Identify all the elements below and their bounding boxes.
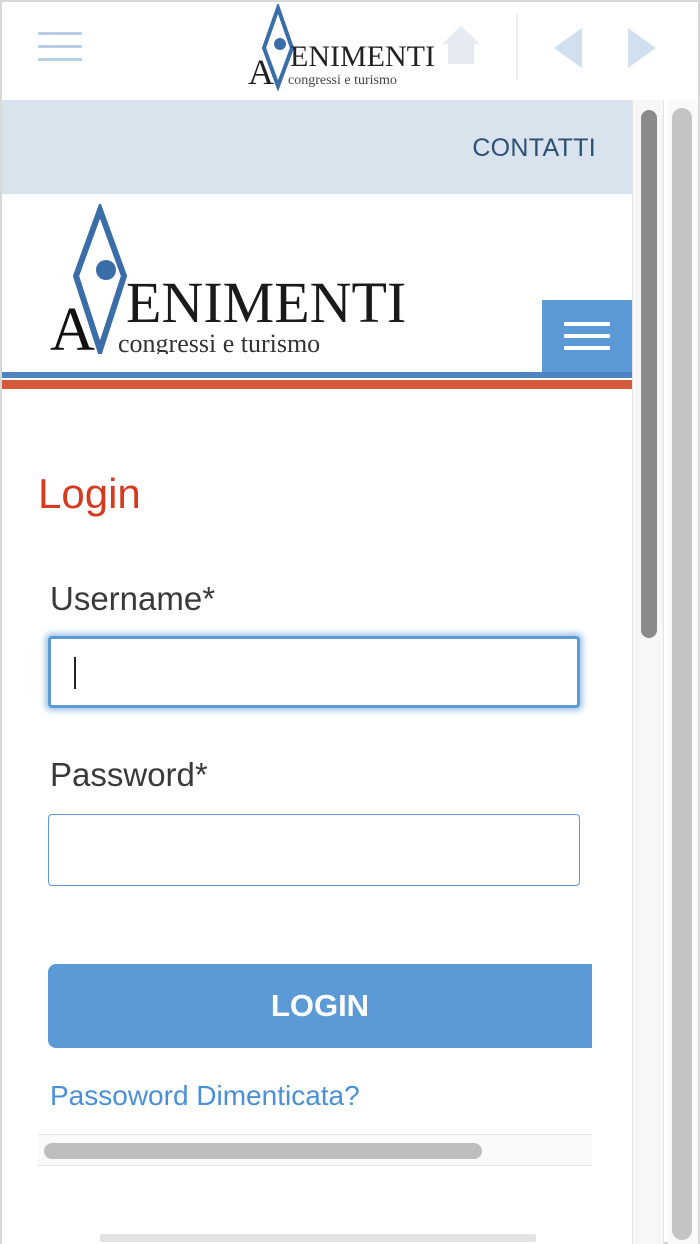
- header-stripe-blue: [2, 372, 632, 378]
- svg-text:A: A: [248, 52, 274, 92]
- toolbar-divider: [516, 14, 518, 80]
- text-caret: [74, 657, 76, 689]
- horizontal-scrollbar-thumb[interactable]: [44, 1143, 482, 1159]
- header-stripe-red: [2, 380, 632, 389]
- home-icon[interactable]: [438, 22, 484, 68]
- web-content: CONTATTI A ENIMENTI congressi e turismo …: [2, 100, 632, 1244]
- content-scrollbar-thumb[interactable]: [641, 110, 657, 638]
- nav-toggle-button[interactable]: [542, 300, 632, 372]
- back-arrow-icon[interactable]: [552, 26, 586, 70]
- window-vertical-scrollbar[interactable]: [668, 100, 698, 1244]
- password-input[interactable]: [48, 814, 580, 886]
- toolbar-logo-graphic: A ENIMENTI congressi e turismo: [248, 1, 435, 92]
- site-logo[interactable]: A ENIMENTI congressi e turismo: [48, 201, 438, 364]
- contact-bar: CONTATTI: [2, 100, 632, 194]
- forgot-password-link[interactable]: Passoword Dimenticata?: [50, 1080, 360, 1112]
- password-label: Password*: [50, 756, 208, 793]
- bottom-divider: [100, 1234, 536, 1242]
- username-label: Username*: [50, 580, 216, 617]
- contact-link[interactable]: CONTATTI: [472, 134, 596, 163]
- forward-arrow-icon[interactable]: [624, 26, 658, 70]
- hamburger-menu-icon[interactable]: [38, 32, 82, 66]
- toolbar-logo-tagline: congressi e turismo: [288, 73, 397, 88]
- site-logo-tagline: congressi e turismo: [118, 329, 320, 354]
- site-logo-wordmark: ENIMENTI: [126, 270, 406, 335]
- toolbar-logo-wordmark: ENIMENTI: [290, 40, 435, 73]
- app-toolbar: A ENIMENTI congressi e turismo: [2, 1, 698, 100]
- svg-text:A: A: [50, 296, 95, 354]
- toolbar-logo: A ENIMENTI congressi e turismo: [246, 1, 458, 92]
- login-button[interactable]: LOGIN: [48, 964, 592, 1048]
- login-title: Login: [38, 470, 141, 517]
- window-scrollbar-thumb[interactable]: [672, 108, 692, 1240]
- username-input[interactable]: [48, 636, 580, 708]
- site-logo-graphic: A ENIMENTI congressi e turismo: [50, 201, 406, 364]
- horizontal-scrollbar[interactable]: [38, 1134, 592, 1166]
- content-vertical-scrollbar[interactable]: [632, 100, 664, 1244]
- site-header: A ENIMENTI congressi e turismo: [2, 194, 632, 374]
